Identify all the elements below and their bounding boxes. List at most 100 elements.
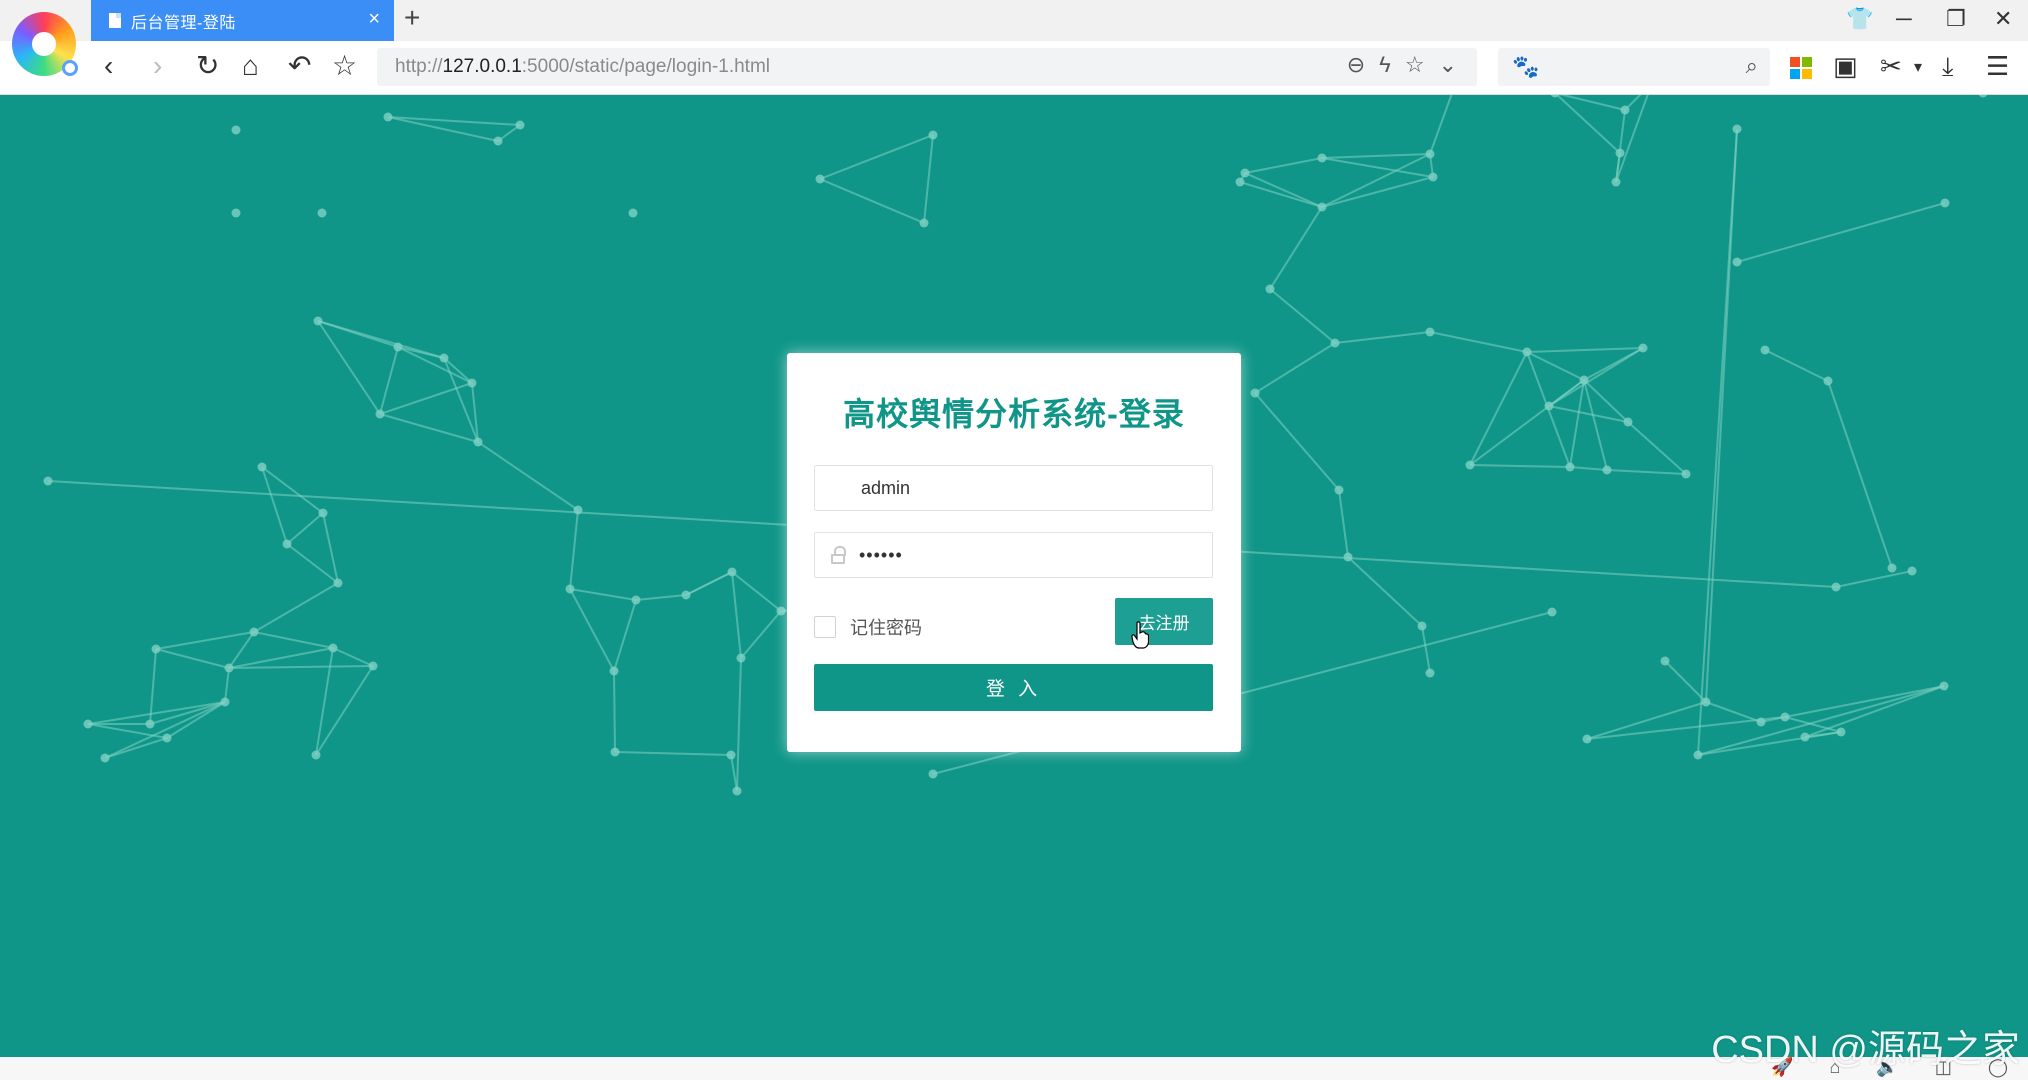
url-path: :5000/static/page/login-1.html xyxy=(521,56,770,77)
restore-button[interactable]: ❐ xyxy=(1946,6,1966,32)
particle-link xyxy=(1548,405,1629,423)
particle-dot xyxy=(1681,469,1691,479)
particle-link xyxy=(1736,202,1946,263)
active-tab[interactable]: 后台管理-登陆 × xyxy=(91,0,394,41)
reload-button[interactable]: ↻ xyxy=(196,50,219,82)
particle-link xyxy=(1586,716,1786,740)
particle-dot xyxy=(1887,563,1897,573)
particle-link xyxy=(819,134,934,180)
particle-link xyxy=(332,647,374,667)
screenshot-cut-icon[interactable]: ✂ xyxy=(1880,51,1902,82)
particle-link xyxy=(477,441,579,511)
register-button[interactable]: 去注册 xyxy=(1115,598,1213,645)
particle-dot xyxy=(1522,347,1532,357)
particle-link xyxy=(155,648,230,669)
password-field[interactable]: •••••• xyxy=(814,532,1213,578)
new-tab-button[interactable]: + xyxy=(404,2,420,34)
skin-icon[interactable]: 👕 xyxy=(1846,6,1873,32)
particle-dot xyxy=(231,125,241,135)
particle-link xyxy=(1469,464,1571,468)
search-icon[interactable]: ⌕ xyxy=(1746,53,1758,79)
particle-link xyxy=(740,610,782,659)
back-button[interactable]: ‹ xyxy=(104,50,113,82)
particle-dot xyxy=(1836,727,1846,737)
particle-dot xyxy=(1317,153,1327,163)
remember-password-checkbox[interactable] xyxy=(814,616,836,638)
minimize-button[interactable]: ─ xyxy=(1896,6,1912,32)
particle-dot xyxy=(1425,149,1435,159)
particle-link xyxy=(1583,379,1629,423)
particle-dot xyxy=(467,378,477,388)
username-field[interactable] xyxy=(814,465,1213,511)
particle-link xyxy=(736,657,742,792)
particle-dot xyxy=(473,437,483,447)
tab-close-icon[interactable]: × xyxy=(368,8,380,31)
particle-dot xyxy=(1831,582,1841,592)
particle-dot xyxy=(1780,712,1790,722)
close-window-button[interactable]: ✕ xyxy=(1994,6,2012,32)
chevron-down-icon[interactable]: ⌄ xyxy=(1439,52,1457,78)
particle-dot xyxy=(318,508,328,518)
particle-dot xyxy=(224,663,234,673)
remember-password[interactable]: 记住密码 xyxy=(814,614,922,640)
particle-link xyxy=(1606,469,1687,475)
particle-dot xyxy=(375,409,385,419)
particle-dot xyxy=(1660,656,1670,666)
particle-dot xyxy=(333,578,343,588)
particle-dot xyxy=(162,733,172,743)
particle-dot xyxy=(393,342,403,352)
particle-link xyxy=(1254,342,1336,394)
cut-dropdown-icon[interactable]: ▾ xyxy=(1914,57,1922,77)
address-bar[interactable]: http://127.0.0.1:5000/static/page/login-… xyxy=(377,48,1477,86)
particle-link xyxy=(1697,128,1738,756)
menu-icon[interactable]: ☰ xyxy=(1986,51,2009,82)
particle-link xyxy=(261,466,288,545)
particle-dot xyxy=(1547,607,1557,617)
search-box[interactable]: 🐾 ⌕ xyxy=(1498,48,1770,86)
particle-link xyxy=(228,647,334,669)
undo-close-button[interactable]: ↶ xyxy=(288,50,311,82)
particle-dot xyxy=(1756,717,1766,727)
particle-link xyxy=(1784,716,1842,733)
particle-dot xyxy=(928,130,938,140)
particle-link xyxy=(261,466,324,514)
particle-link xyxy=(635,594,687,601)
particle-link xyxy=(155,631,255,650)
particle-link xyxy=(397,346,445,359)
download-icon[interactable]: ⤓ xyxy=(1942,51,1954,83)
particle-dot xyxy=(43,476,53,486)
particle-link xyxy=(1321,176,1434,208)
particle-dot xyxy=(383,112,393,122)
particle-dot xyxy=(1579,375,1589,385)
apps-grid-icon[interactable] xyxy=(1790,57,1812,79)
url-host: 127.0.0.1 xyxy=(442,56,522,77)
particle-link xyxy=(731,571,782,612)
particle-dot xyxy=(317,208,327,218)
tab-bar: 后台管理-登陆 × + 👕 ─ ❐ ✕ xyxy=(0,0,2028,41)
bookmark-star-icon[interactable]: ☆ xyxy=(1405,52,1425,78)
particle-dot xyxy=(493,136,503,146)
particle-link xyxy=(224,667,230,703)
particle-link xyxy=(1569,379,1585,468)
username-input[interactable] xyxy=(859,476,1193,500)
reader-icon[interactable]: ▣ xyxy=(1833,51,1858,82)
particle-dot xyxy=(145,719,155,729)
remember-password-label: 记住密码 xyxy=(850,618,922,638)
particle-dot xyxy=(1330,338,1340,348)
search-engine-paw-icon[interactable]: 🐾 xyxy=(1512,54,1539,80)
particle-dot xyxy=(1428,172,1438,182)
zoom-icon[interactable]: ⊖ xyxy=(1347,52,1365,78)
particle-dot xyxy=(515,120,525,130)
particle-dot xyxy=(100,753,110,763)
home-button[interactable]: ⌂ xyxy=(242,50,259,82)
lightning-icon[interactable]: ϟ xyxy=(1379,52,1391,78)
login-button[interactable]: 登 入 xyxy=(814,664,1213,711)
particle-link xyxy=(315,647,334,756)
particle-link xyxy=(1421,625,1431,674)
particle-dot xyxy=(610,747,620,757)
forward-button[interactable]: › xyxy=(153,50,162,82)
particle-link xyxy=(228,665,374,669)
particle-dot xyxy=(1417,621,1427,631)
favorites-button[interactable]: ☆ xyxy=(332,50,357,82)
password-input[interactable]: •••••• xyxy=(859,545,903,566)
